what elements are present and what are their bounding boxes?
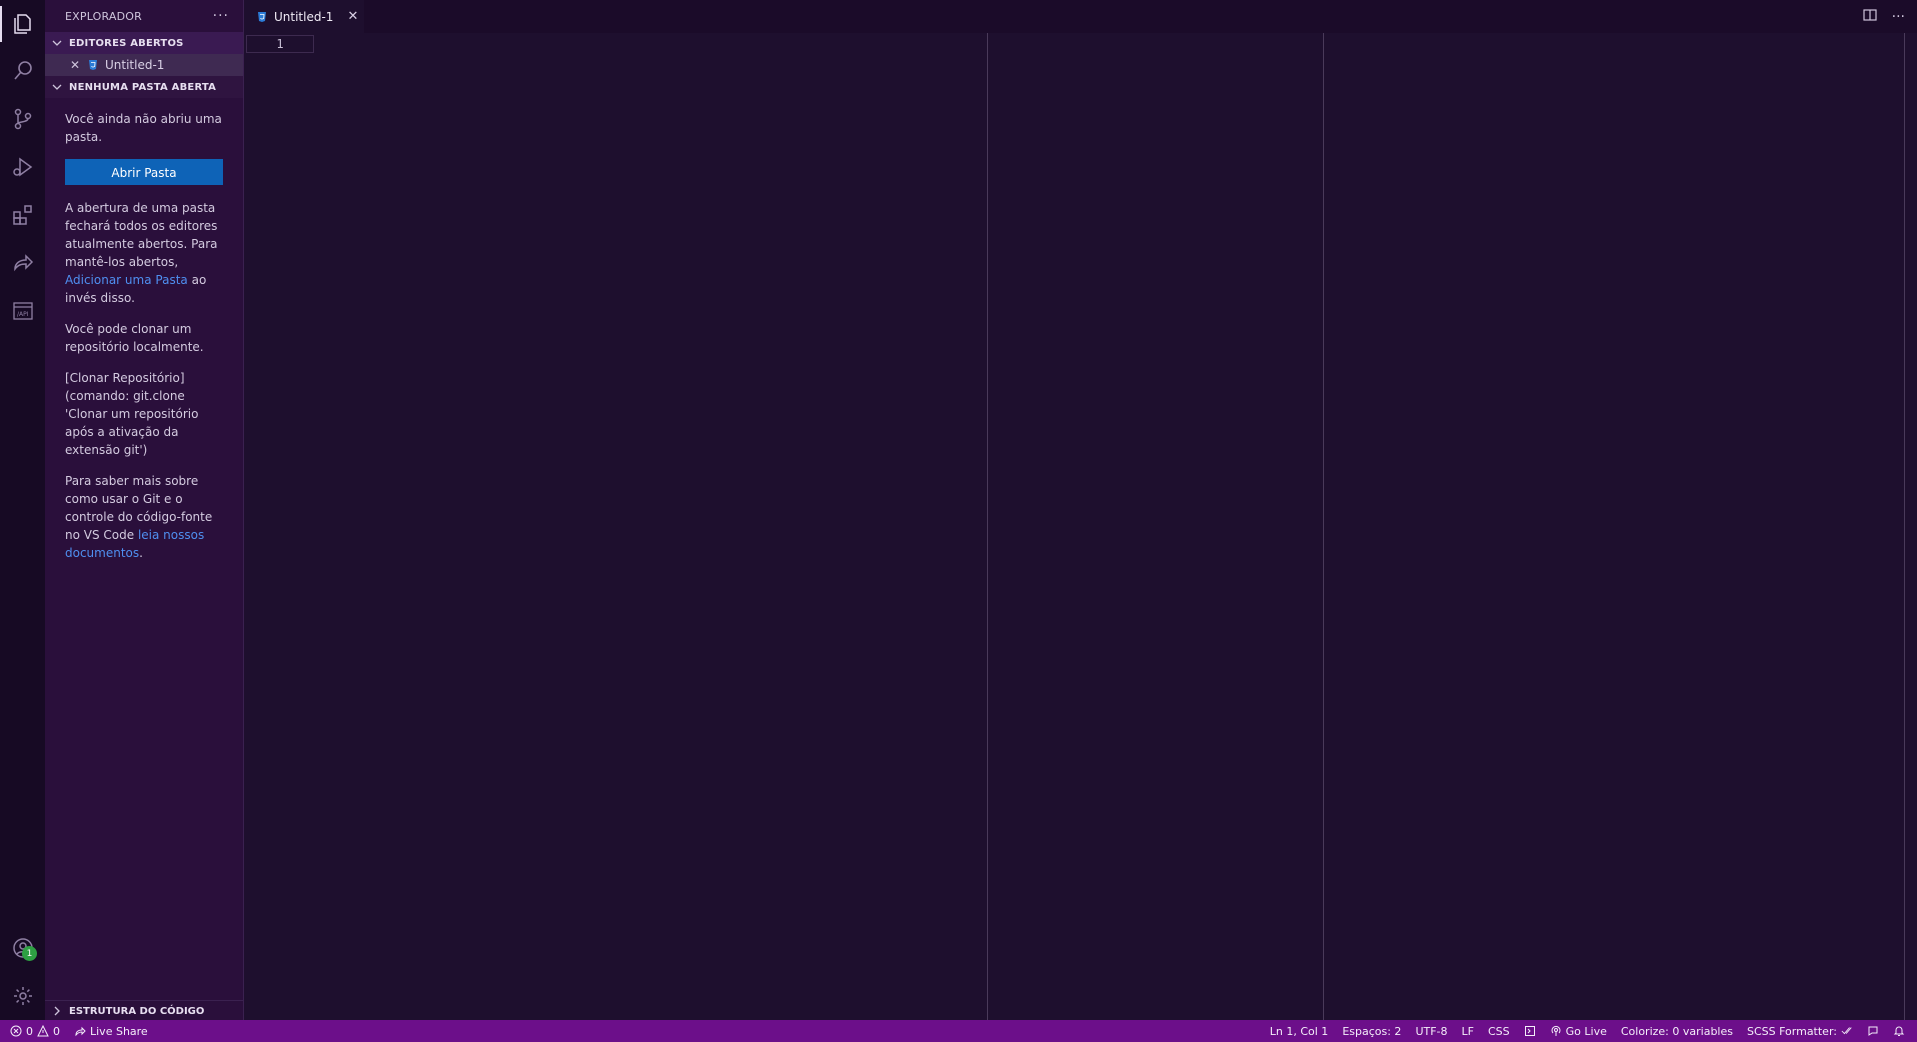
scss-formatter-status[interactable]: SCSS Formatter: <box>1740 1020 1860 1042</box>
live-share-icon[interactable] <box>0 241 45 285</box>
css-file-icon <box>87 59 99 71</box>
tab-label: Untitled-1 <box>274 9 334 24</box>
indentation[interactable]: Espaços: 2 <box>1335 1020 1408 1042</box>
chevron-down-icon <box>49 35 65 51</box>
more-editor-actions-icon[interactable]: ··· <box>1892 9 1905 25</box>
explorer-header: EXPLORADOR ··· <box>45 0 243 32</box>
go-live-label: Go Live <box>1565 1024 1607 1038</box>
welcome-view: Você ainda não abriu uma pasta. Abrir Pa… <box>45 98 243 562</box>
open-folder-note: A abertura de uma pasta fechará todos os… <box>65 199 223 307</box>
error-icon <box>10 1025 22 1037</box>
status-right: Ln 1, Col 1 Espaços: 2 UTF-8 LF CSS Go L… <box>1263 1020 1917 1042</box>
scss-formatter-label: SCSS Formatter: <box>1746 1024 1837 1038</box>
end-of-line[interactable]: LF <box>1455 1020 1481 1042</box>
source-control-icon[interactable] <box>0 97 45 141</box>
open-editors-label: EDITORES ABERTOS <box>69 37 184 49</box>
accounts-badge: 1 <box>22 946 37 961</box>
svg-text:/API: /API <box>17 311 29 318</box>
editor-ruler <box>1904 33 1905 1020</box>
problems-indicator[interactable]: 0 0 <box>0 1020 67 1042</box>
no-folder-label: NENHUMA PASTA ABERTA <box>69 81 217 93</box>
language-mode[interactable]: CSS <box>1481 1020 1517 1042</box>
outline-label: ESTRUTURA DO CÓDIGO <box>69 1005 205 1017</box>
git-docs-tail: . <box>139 546 143 560</box>
cursor-position[interactable]: Ln 1, Col 1 <box>1263 1020 1336 1042</box>
status-bar: 0 0 Live Share Ln 1, Col 1 Espaços: 2 UT… <box>0 1020 1917 1042</box>
more-actions-icon[interactable]: ··· <box>213 8 229 24</box>
tab-untitled-1[interactable]: Untitled-1 ✕ <box>244 0 364 33</box>
close-tab-icon[interactable]: ✕ <box>347 9 358 24</box>
line-number: 1 <box>246 35 314 53</box>
live-share-status-icon <box>75 1026 86 1037</box>
layout-icon[interactable] <box>1517 1020 1543 1042</box>
git-docs-note: Para saber mais sobre como usar o Git e … <box>65 472 223 562</box>
check-all-icon <box>1841 1027 1852 1035</box>
extensions-icon[interactable] <box>0 193 45 237</box>
live-share-status[interactable]: Live Share <box>67 1020 155 1042</box>
close-editor-icon[interactable]: ✕ <box>69 58 81 72</box>
live-share-label: Live Share <box>90 1024 148 1038</box>
editor-ruler <box>1323 33 1324 1020</box>
open-folder-note-text: A abertura de uma pasta fechará todos os… <box>65 201 218 269</box>
no-folder-message: Você ainda não abriu uma pasta. <box>65 112 222 144</box>
colorize-status[interactable]: Colorize: 0 variables <box>1614 1020 1740 1042</box>
editor-actions: ··· <box>1862 0 1905 33</box>
outline-header[interactable]: ESTRUTURA DO CÓDIGO <box>45 1000 243 1021</box>
error-count: 0 <box>26 1024 33 1038</box>
accounts-icon[interactable]: 1 <box>0 926 45 970</box>
open-folder-button[interactable]: Abrir Pasta <box>65 159 223 185</box>
chevron-right-icon <box>49 1003 65 1019</box>
explorer-icon[interactable] <box>0 2 45 46</box>
warning-count: 0 <box>53 1024 60 1038</box>
notifications-bell-icon[interactable] <box>1886 1020 1917 1042</box>
open-editors-header[interactable]: EDITORES ABERTOS <box>45 32 243 54</box>
broadcast-icon <box>1551 1025 1561 1036</box>
settings-gear-icon[interactable] <box>0 974 45 1018</box>
editor-area[interactable]: 1 <box>244 33 1917 1020</box>
run-debug-icon[interactable] <box>0 145 45 189</box>
chevron-down-icon <box>49 79 65 95</box>
clone-message: Você pode clonar um repositório localmen… <box>65 322 204 354</box>
explorer-title: EXPLORADOR <box>65 9 143 23</box>
feedback-icon[interactable] <box>1860 1020 1886 1042</box>
explorer-sidebar: EXPLORADOR ··· EDITORES ABERTOS ✕ Untitl… <box>45 0 244 1021</box>
api-icon[interactable]: /API <box>0 289 45 333</box>
editor-ruler <box>987 33 988 1020</box>
no-folder-header[interactable]: NENHUMA PASTA ABERTA <box>45 76 243 98</box>
encoding[interactable]: UTF-8 <box>1408 1020 1454 1042</box>
search-icon[interactable] <box>0 49 45 93</box>
open-editor-label: Untitled-1 <box>105 58 165 72</box>
warning-icon <box>37 1025 49 1037</box>
split-editor-icon[interactable] <box>1862 7 1878 27</box>
go-live-button[interactable]: Go Live <box>1543 1020 1614 1042</box>
open-editor-item[interactable]: ✕ Untitled-1 <box>45 54 243 76</box>
css-file-icon <box>256 11 268 23</box>
clone-command-text: [Clonar Repositório] (comando: git.clone… <box>65 371 199 457</box>
activity-bar: /API 1 <box>0 0 45 1020</box>
add-folder-link[interactable]: Adicionar uma Pasta <box>65 273 188 287</box>
tab-bar: Untitled-1 ✕ ··· <box>244 0 1917 33</box>
